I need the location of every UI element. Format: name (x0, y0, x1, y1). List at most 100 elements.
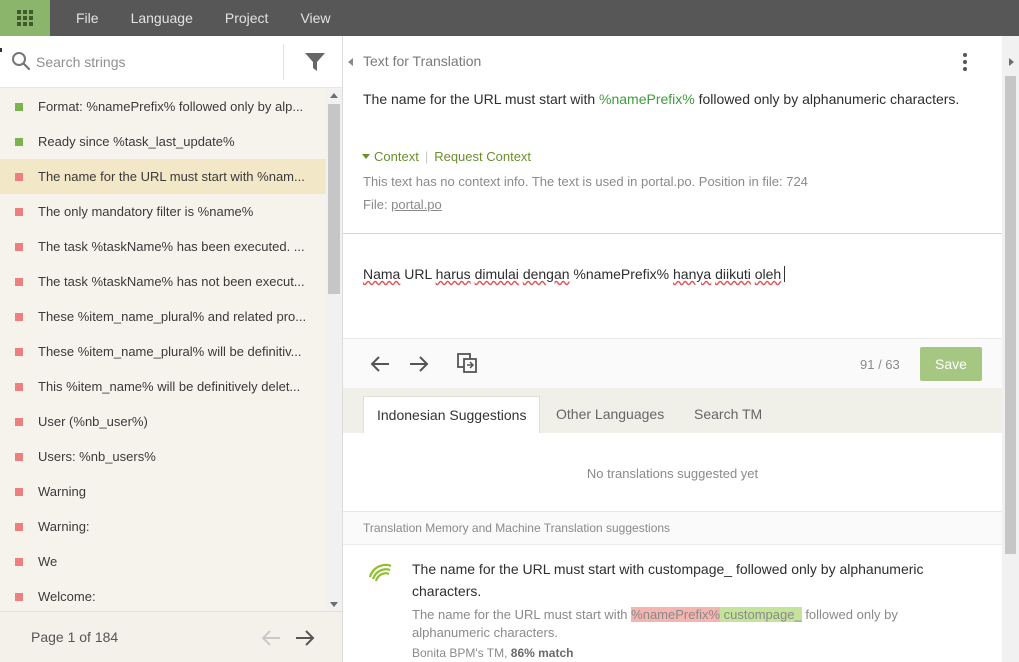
string-list-item[interactable]: Format: %namePrefix% followed only by al… (0, 89, 326, 124)
more-options-icon[interactable] (962, 53, 968, 73)
status-marker (15, 242, 23, 251)
string-list-item[interactable]: The name for the URL must start with %na… (0, 159, 326, 194)
source-placeholder: %namePrefix% (599, 91, 695, 107)
translation-word: oleh (754, 266, 782, 282)
strings-scrollbar[interactable] (326, 89, 342, 611)
menu-project[interactable]: Project (209, 0, 285, 36)
file-link[interactable]: portal.po (391, 197, 442, 212)
search-icon (12, 52, 31, 71)
source-text-part: The name for the URL must start with (363, 91, 600, 107)
diff-text: The name for the URL must start with (412, 607, 632, 622)
tab-indonesian-suggestions[interactable]: Indonesian Suggestions (363, 396, 541, 433)
save-button[interactable]: Save (920, 347, 982, 381)
arrow-right-icon[interactable] (408, 354, 430, 374)
string-text: The only mandatory filter is %name% (38, 204, 254, 219)
string-text: Users: %nb_users% (38, 449, 156, 464)
suggestion-tabs: Indonesian Suggestions Other Languages S… (343, 388, 1002, 433)
context-row: Context | Request Context (362, 149, 531, 164)
page-indicator: Page 1 of 184 (31, 629, 119, 645)
string-text: The task %taskName% has not been execut.… (38, 274, 305, 289)
no-suggestions-text: No translations suggested yet (586, 466, 759, 481)
string-list-item[interactable]: User (%nb_user%) (0, 404, 326, 439)
string-list-item[interactable]: Ready since %task_last_update% (0, 124, 326, 159)
translation-word: URL (404, 266, 432, 282)
diff-deleted: %namePrefix% (631, 607, 721, 622)
string-list-item[interactable]: Warning: (0, 509, 326, 544)
translation-word: diikuti (715, 266, 751, 282)
strings-list: Format: %namePrefix% followed only by al… (0, 89, 326, 611)
string-text: Format: %namePrefix% followed only by al… (38, 99, 304, 114)
menu-language[interactable]: Language (115, 0, 209, 36)
source-text-part: followed only by alphanumeric characters… (694, 91, 960, 107)
tab-other-languages[interactable]: Other Languages (543, 396, 677, 433)
tab-search-tm[interactable]: Search TM (681, 396, 775, 433)
status-marker (15, 207, 23, 216)
string-list-item[interactable]: These %item_name_plural% will be definit… (0, 334, 326, 369)
status-marker (15, 592, 23, 601)
arrow-left-icon[interactable] (369, 354, 391, 374)
translation-word: Nama (363, 266, 401, 282)
string-list-item[interactable]: The only mandatory filter is %name% (0, 194, 326, 229)
top-menu-bar: File Language Project View (0, 0, 1019, 36)
translation-word: %namePrefix% (573, 266, 670, 282)
prev-page-icon[interactable] (260, 628, 282, 648)
scroll-down-icon[interactable] (330, 602, 338, 607)
collapse-left-icon[interactable] (343, 36, 357, 88)
string-list-item[interactable]: These %item_name_plural% and related pro… (0, 299, 326, 334)
status-marker (15, 452, 23, 461)
string-list-item[interactable]: We (0, 544, 326, 579)
context-toggle[interactable]: Context (374, 149, 419, 164)
search-input[interactable] (36, 49, 276, 75)
string-text: Warning: (38, 519, 90, 534)
string-list-item[interactable]: Users: %nb_users% (0, 439, 326, 474)
string-list-item[interactable]: The task %taskName% has been executed. .… (0, 229, 326, 264)
search-divider (283, 44, 284, 80)
scroll-thumb[interactable] (1005, 76, 1016, 554)
translation-text[interactable]: Nama URL harus dimulai dengan %namePrefi… (363, 266, 786, 282)
string-text: Ready since %task_last_update% (38, 134, 235, 149)
copy-source-icon[interactable] (456, 352, 478, 374)
source-title: Text for Translation (363, 53, 482, 69)
status-marker (15, 347, 23, 356)
status-marker (15, 312, 23, 321)
string-text: User (%nb_user%) (38, 414, 148, 429)
status-marker (15, 522, 23, 531)
filter-icon[interactable] (304, 51, 326, 73)
scroll-up-icon[interactable] (330, 93, 338, 98)
request-context-link[interactable]: Request Context (434, 149, 531, 164)
context-file: File: portal.po (363, 197, 442, 212)
tm-source-logo-icon (368, 563, 392, 582)
string-text: We (38, 554, 58, 569)
next-page-icon[interactable] (294, 628, 316, 648)
tm-header: Translation Memory and Machine Translati… (343, 512, 1002, 545)
string-list-item[interactable]: Welcome: (0, 579, 326, 611)
translation-word: dengan (522, 266, 570, 282)
tm-diff: The name for the URL must start with %na… (412, 606, 972, 642)
status-marker (15, 382, 23, 391)
status-marker (15, 137, 23, 146)
apps-grid-icon[interactable] (0, 0, 50, 36)
string-text: Warning (38, 484, 86, 499)
tm-suggestion-text[interactable]: The name for the URL must start with cus… (412, 558, 972, 602)
tm-meta: Bonita BPM's TM, 86% match (412, 646, 573, 660)
context-separator: | (424, 149, 429, 164)
scroll-thumb[interactable] (328, 104, 340, 294)
corner-mark (0, 48, 2, 52)
expand-right-icon[interactable] (1009, 58, 1014, 66)
string-list-item[interactable]: Warning (0, 474, 326, 509)
translation-word: dimulai (474, 266, 519, 282)
string-list-item[interactable]: This %item_name% will be definitively de… (0, 369, 326, 404)
translation-word: hanya (673, 266, 712, 282)
string-text: These %item_name_plural% will be definit… (38, 344, 302, 359)
menu-file[interactable]: File (60, 0, 115, 36)
string-list-item[interactable]: The task %taskName% has not been execut.… (0, 264, 326, 299)
translation-editor[interactable]: Nama URL harus dimulai dengan %namePrefi… (343, 234, 1002, 338)
strings-panel: Format: %namePrefix% followed only by al… (0, 36, 343, 662)
diff-inserted: custompage_ (720, 607, 802, 622)
translation-word: harus (435, 266, 471, 282)
tm-match: 86% match (510, 646, 574, 660)
string-text: Welcome: (38, 589, 96, 604)
right-scrollbar[interactable] (1002, 36, 1019, 662)
menu-view[interactable]: View (284, 0, 346, 36)
translation-panel: Text for Translation The name for the UR… (343, 36, 1019, 662)
